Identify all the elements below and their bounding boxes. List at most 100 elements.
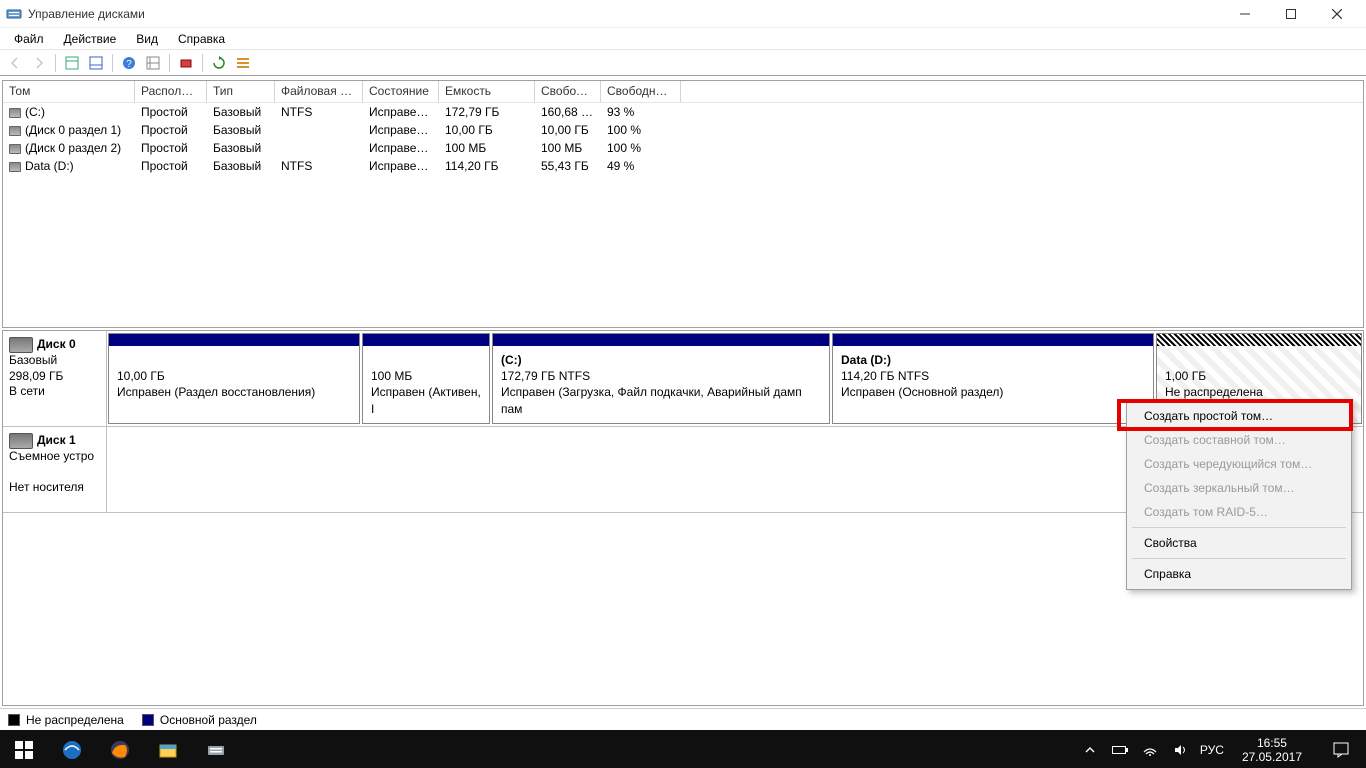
volume-icon	[9, 162, 21, 172]
col-status[interactable]: Состояние	[363, 81, 439, 102]
disk-name: Диск 1	[37, 433, 76, 449]
volume-type: Базовый	[207, 140, 275, 156]
col-free[interactable]: Свобод…	[535, 81, 601, 102]
taskbar-edge-icon[interactable]	[48, 730, 96, 768]
col-volume[interactable]: Том	[3, 81, 135, 102]
menu-separator	[1132, 527, 1346, 528]
partition-bar	[833, 334, 1153, 346]
settings-icon[interactable]	[142, 52, 164, 74]
partition-status: Исправен (Активен, I	[371, 384, 481, 416]
volume-row[interactable]: (Диск 0 раздел 1) Простой Базовый Исправ…	[3, 121, 1363, 139]
window-controls	[1222, 0, 1360, 28]
volume-layout: Простой	[135, 122, 207, 138]
legend-swatch-primary	[142, 714, 154, 726]
partition-bar	[1157, 334, 1361, 346]
action-icon[interactable]	[175, 52, 197, 74]
refresh-icon[interactable]	[208, 52, 230, 74]
partition-status: Не распределена	[1165, 384, 1353, 400]
toolbar: ?	[0, 50, 1366, 76]
menu-file[interactable]: Файл	[4, 29, 54, 49]
disk-nomedia: Нет носителя	[9, 480, 100, 496]
menu-view[interactable]: Вид	[126, 29, 168, 49]
tray-notifications-icon[interactable]	[1320, 730, 1362, 768]
menu-properties[interactable]: Свойства	[1130, 531, 1348, 555]
volume-row[interactable]: (Диск 0 раздел 2) Простой Базовый Исправ…	[3, 139, 1363, 157]
partition-bar	[109, 334, 359, 346]
volume-status: Исправен…	[363, 158, 439, 174]
disk-label-1[interactable]: Диск 1 Съемное устро Нет носителя	[3, 427, 107, 512]
menu-help[interactable]: Справка	[168, 29, 235, 49]
volume-pct: 49 %	[601, 158, 681, 174]
volume-pct: 100 %	[601, 122, 681, 138]
legend-swatch-unallocated	[8, 714, 20, 726]
disk-icon	[9, 337, 33, 353]
partition-title: (C:)	[501, 353, 522, 367]
partition-recovery[interactable]: 10,00 ГБ Исправен (Раздел восстановления…	[108, 333, 360, 424]
view-bottom-icon[interactable]	[85, 52, 107, 74]
window-title: Управление дисками	[28, 7, 145, 21]
menu-action[interactable]: Действие	[54, 29, 127, 49]
volume-type: Базовый	[207, 158, 275, 174]
menu-create-spanned-volume[interactable]: Создать составной том…	[1130, 428, 1348, 452]
legend-unallocated: Не распределена	[26, 713, 124, 727]
volume-free: 160,68 ГБ	[535, 104, 601, 120]
volume-list[interactable]: Том Распол… Тип Файловая с… Состояние Ем…	[2, 80, 1364, 328]
partition-size: 1,00 ГБ	[1165, 368, 1353, 384]
disk-state: В сети	[9, 384, 100, 400]
col-filesystem[interactable]: Файловая с…	[275, 81, 363, 102]
partition-size: 114,20 ГБ NTFS	[841, 368, 1145, 384]
volume-fs	[275, 147, 363, 149]
context-menu: Создать простой том… Создать составной т…	[1126, 400, 1352, 590]
taskbar-explorer-icon[interactable]	[144, 730, 192, 768]
volume-pct: 100 %	[601, 140, 681, 156]
volume-fs: NTFS	[275, 104, 363, 120]
back-button[interactable]	[4, 52, 26, 74]
taskbar: РУС 16:55 27.05.2017	[0, 730, 1366, 768]
volume-type: Базовый	[207, 104, 275, 120]
partition-d[interactable]: Data (D:) 114,20 ГБ NTFS Исправен (Основ…	[832, 333, 1154, 424]
col-freepct[interactable]: Свободно %	[601, 81, 681, 102]
tray-clock[interactable]: 16:55 27.05.2017	[1234, 736, 1310, 765]
partition-c[interactable]: (C:) 172,79 ГБ NTFS Исправен (Загрузка, …	[492, 333, 830, 424]
maximize-button[interactable]	[1268, 0, 1314, 28]
tray-language[interactable]: РУС	[1200, 743, 1224, 757]
menu-create-striped-volume[interactable]: Создать чередующийся том…	[1130, 452, 1348, 476]
tray-chevron-up-icon[interactable]	[1080, 730, 1100, 768]
partition-status: Исправен (Загрузка, Файл подкачки, Авари…	[501, 384, 821, 416]
volume-name: (Диск 0 раздел 1)	[25, 123, 121, 137]
close-button[interactable]	[1314, 0, 1360, 28]
legend: Не распределена Основной раздел	[0, 708, 1366, 730]
col-layout[interactable]: Распол…	[135, 81, 207, 102]
tray-battery-icon[interactable]	[1110, 730, 1130, 768]
taskbar-firefox-icon[interactable]	[96, 730, 144, 768]
disk-type: Съемное устро	[9, 449, 100, 465]
taskbar-diskmgmt-icon[interactable]	[192, 730, 240, 768]
volume-status: Исправен…	[363, 122, 439, 138]
partition-status: Исправен (Раздел восстановления)	[117, 384, 351, 400]
volume-fs: NTFS	[275, 158, 363, 174]
partition-bar	[493, 334, 829, 346]
tray-volume-icon[interactable]	[1170, 730, 1190, 768]
disk-size: 298,09 ГБ	[9, 369, 100, 385]
list-icon[interactable]	[232, 52, 254, 74]
menu-create-raid5-volume[interactable]: Создать том RAID-5…	[1130, 500, 1348, 524]
volume-row[interactable]: (C:) Простой Базовый NTFS Исправен… 172,…	[3, 103, 1363, 121]
volume-row[interactable]: Data (D:) Простой Базовый NTFS Исправен……	[3, 157, 1363, 175]
help-icon[interactable]: ?	[118, 52, 140, 74]
start-button[interactable]	[0, 730, 48, 768]
col-capacity[interactable]: Емкость	[439, 81, 535, 102]
partition-system[interactable]: 100 МБ Исправен (Активен, I	[362, 333, 490, 424]
menu-create-mirror-volume[interactable]: Создать зеркальный том…	[1130, 476, 1348, 500]
volume-type: Базовый	[207, 122, 275, 138]
menu-help[interactable]: Справка	[1130, 562, 1348, 586]
view-top-icon[interactable]	[61, 52, 83, 74]
disk-label-0[interactable]: Диск 0 Базовый 298,09 ГБ В сети	[3, 331, 107, 426]
forward-button[interactable]	[28, 52, 50, 74]
partition-size: 10,00 ГБ	[117, 368, 351, 384]
menu-bar: Файл Действие Вид Справка	[0, 28, 1366, 50]
minimize-button[interactable]	[1222, 0, 1268, 28]
disk-icon	[9, 433, 33, 449]
menu-create-simple-volume[interactable]: Создать простой том…	[1130, 404, 1348, 428]
tray-wifi-icon[interactable]	[1140, 730, 1160, 768]
col-type[interactable]: Тип	[207, 81, 275, 102]
